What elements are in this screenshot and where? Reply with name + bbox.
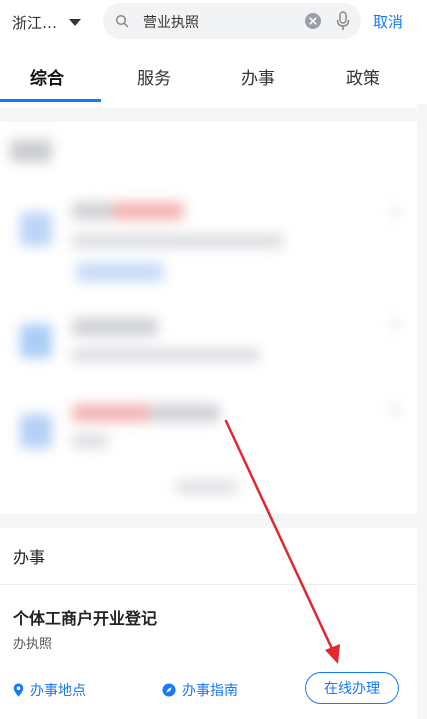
- compass-icon: [162, 683, 176, 697]
- tab-affairs[interactable]: 办事: [241, 64, 275, 89]
- location-link[interactable]: 办事地点: [13, 680, 86, 700]
- cancel-button[interactable]: 取消: [373, 11, 403, 32]
- tab-comprehensive[interactable]: 综合: [30, 64, 64, 89]
- top-search-bar: 浙江… 取消: [0, 0, 427, 44]
- search-input[interactable]: [141, 8, 295, 36]
- divider: [0, 584, 417, 585]
- active-tab-indicator: [0, 99, 101, 102]
- tab-bar: 综合 服务 办事 政策: [0, 56, 427, 104]
- chevron-right-icon: [390, 204, 400, 220]
- service-item-title[interactable]: 个体工商户开业登记: [13, 605, 157, 629]
- dropdown-arrow-icon: [69, 18, 82, 26]
- blurred-content: [0, 122, 417, 514]
- clear-icon[interactable]: [305, 13, 321, 29]
- guide-label: 办事指南: [182, 683, 238, 699]
- guide-link[interactable]: 办事指南: [162, 680, 238, 700]
- region-label: 浙江…: [12, 13, 58, 32]
- location-label: 办事地点: [30, 683, 86, 699]
- search-box[interactable]: [103, 3, 361, 39]
- microphone-icon[interactable]: [335, 11, 351, 31]
- region-selector[interactable]: 浙江…: [12, 10, 82, 34]
- service-item-subtitle: 办执照: [13, 637, 53, 652]
- section-gap: [0, 108, 417, 122]
- section-title: 办事: [13, 548, 46, 567]
- blurred-results: [0, 122, 417, 514]
- service-actions: 办事地点 办事指南 在线办理: [0, 672, 417, 708]
- tab-policies[interactable]: 政策: [346, 64, 380, 89]
- location-pin-icon: [13, 683, 24, 697]
- section-gap: [0, 514, 417, 528]
- online-apply-button[interactable]: 在线办理: [305, 672, 399, 704]
- tab-services[interactable]: 服务: [137, 64, 171, 89]
- chevron-right-icon: [390, 316, 400, 332]
- search-icon: [115, 14, 129, 28]
- right-edge: [417, 104, 427, 719]
- chevron-right-icon: [390, 402, 400, 418]
